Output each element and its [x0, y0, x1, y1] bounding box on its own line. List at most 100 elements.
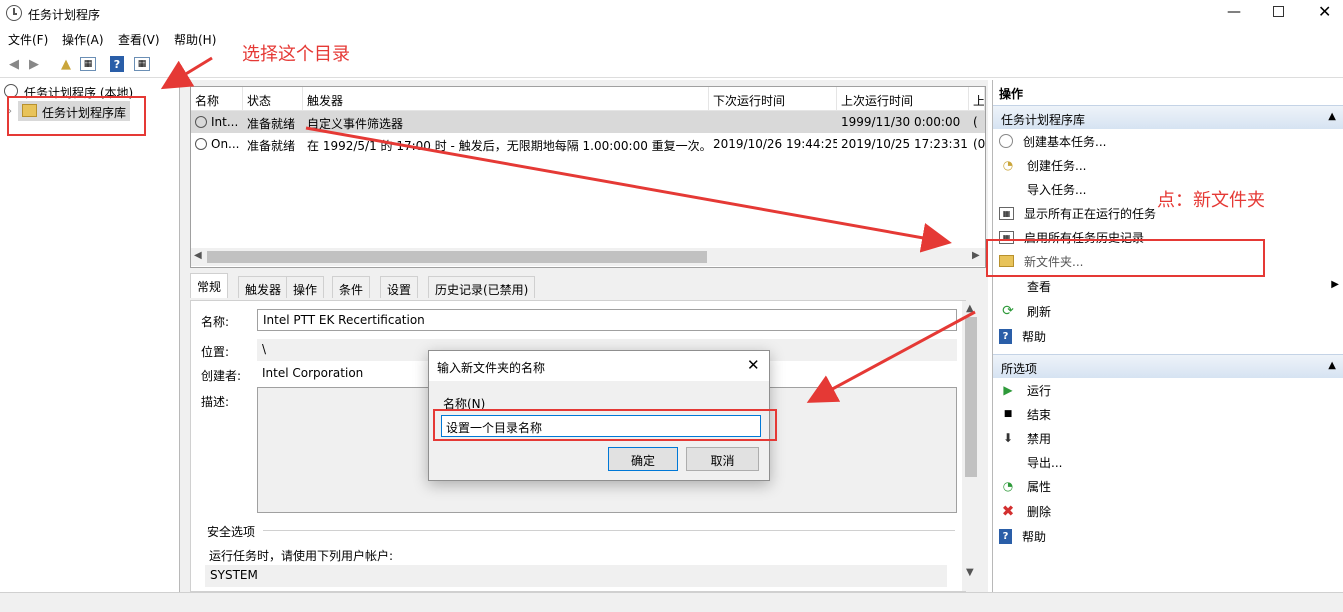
collapse-icon[interactable]: ▲: [1328, 360, 1336, 371]
help-icon: ?: [999, 328, 1012, 344]
vertical-scrollbar[interactable]: ▲ ▼: [962, 301, 980, 591]
action-help[interactable]: ? 帮助: [999, 325, 1339, 347]
action-view[interactable]: 查看 ▶: [999, 275, 1339, 297]
title-bar: 任务计划程序 — ✕: [0, 0, 1343, 28]
location-label: 位置:: [201, 345, 230, 359]
task-list: 名称 状态 触发器 下次运行时间 上次运行时间 上 Int... 准备就绪 自定…: [190, 86, 986, 268]
scroll-thumb[interactable]: [965, 317, 977, 477]
delete-icon: ✖: [1001, 502, 1015, 520]
refresh-icon: ⟳: [1002, 303, 1014, 319]
action-end[interactable]: ■ 结束: [999, 403, 1339, 425]
scroll-down-icon[interactable]: ▼: [966, 567, 974, 578]
tab-actions[interactable]: 操作: [286, 276, 325, 298]
clock-icon: [4, 84, 18, 98]
action-help-selected[interactable]: ? 帮助: [999, 525, 1339, 547]
run-icon: ▶: [1003, 383, 1013, 397]
author-label: 创建者:: [201, 369, 242, 383]
column-header-last-run[interactable]: 上次运行时间: [837, 87, 969, 111]
help-icon: ?: [999, 528, 1012, 544]
cell-name: On...: [211, 137, 240, 151]
help-icon[interactable]: ?: [110, 56, 124, 72]
action-new-folder[interactable]: 新文件夹...: [999, 250, 1339, 272]
actions-pane: 操作 任务计划程序库 ▲ 创建基本任务... ◔ 创建任务... 导入任务... …: [992, 80, 1343, 592]
task-clock-icon: [195, 116, 207, 128]
show-action-pane-icon[interactable]: ▦: [134, 57, 150, 71]
user-account-field: SYSTEM: [205, 565, 947, 587]
tab-settings[interactable]: 设置: [380, 276, 419, 298]
tab-conditions[interactable]: 条件: [332, 276, 371, 298]
close-icon[interactable]: ✕: [1318, 2, 1331, 21]
tree-item-library-label: 任务计划程序库: [42, 106, 127, 120]
task-clock-icon: [195, 138, 207, 150]
cell-name: Int...: [211, 115, 239, 129]
action-export[interactable]: 导出...: [999, 451, 1339, 473]
create-task-icon: ◔: [1002, 158, 1014, 172]
run-as-text: 运行任务时，请使用下列用户帐户:: [209, 549, 394, 563]
menu-action[interactable]: 操作(A): [62, 31, 104, 48]
expand-arrow-icon[interactable]: ›: [8, 106, 12, 117]
cancel-button[interactable]: 取消: [686, 447, 759, 471]
tab-general[interactable]: 常规: [190, 273, 229, 298]
cell-status: 准备就绪: [247, 139, 296, 153]
action-create-basic-task[interactable]: 创建基本任务...: [999, 130, 1339, 152]
dialog-close-icon[interactable]: ✕: [747, 356, 760, 374]
column-header-name[interactable]: 名称: [191, 87, 243, 111]
forward-icon[interactable]: ▶: [24, 54, 44, 74]
folder-clock-icon: [22, 104, 37, 117]
action-properties[interactable]: ◔ 属性: [999, 475, 1339, 497]
menu-view[interactable]: 查看(V): [118, 31, 160, 48]
create-basic-task-icon: [999, 134, 1013, 148]
folder-name-input[interactable]: 设置一个目录名称: [441, 415, 761, 437]
properties-icon: ◔: [1002, 479, 1014, 493]
menu-bar: 文件(F) 操作(A) 查看(V) 帮助(H): [0, 28, 1343, 50]
show-hide-tree-icon[interactable]: ▦: [80, 57, 96, 71]
action-refresh[interactable]: ⟳ 刷新: [999, 300, 1339, 322]
cell-trigger: 在 1992/5/1 的 17:00 时 - 触发后，无限期地每隔 1.00:0…: [307, 139, 709, 153]
dialog-titlebar: 输入新文件夹的名称 ✕: [429, 351, 769, 381]
minimize-icon[interactable]: —: [1227, 4, 1241, 20]
back-icon[interactable]: ◀: [4, 54, 24, 74]
disable-icon: ⬇: [1002, 431, 1014, 445]
submenu-arrow-icon: ▶: [1331, 279, 1339, 290]
scroll-right-icon[interactable]: ▶: [972, 250, 980, 261]
tab-history[interactable]: 历史记录(已禁用): [428, 276, 536, 298]
column-header-next-run[interactable]: 下次运行时间: [709, 87, 837, 111]
tree-root-label[interactable]: 任务计划程序 (本地): [24, 84, 133, 101]
history-icon: ▦: [999, 230, 1014, 244]
maximize-icon[interactable]: [1273, 6, 1284, 17]
action-enable-history[interactable]: ▦ 启用所有任务历史记录: [999, 226, 1339, 248]
action-create-task[interactable]: ◔ 创建任务...: [999, 154, 1339, 176]
action-delete[interactable]: ✖ 删除: [999, 500, 1339, 522]
tab-triggers[interactable]: 触发器: [238, 276, 289, 298]
scroll-up-icon[interactable]: ▲: [966, 303, 974, 314]
scroll-thumb[interactable]: [207, 251, 707, 263]
section-header-library[interactable]: 任务计划程序库 ▲: [993, 105, 1343, 129]
up-folder-icon[interactable]: ▲: [56, 54, 76, 74]
menu-file[interactable]: 文件(F): [8, 31, 48, 48]
cell-status: 准备就绪: [247, 117, 296, 131]
action-disable[interactable]: ⬇ 禁用: [999, 427, 1339, 449]
ok-button[interactable]: 确定: [608, 447, 678, 471]
status-bar: [0, 592, 1343, 612]
column-header-trigger[interactable]: 触发器: [303, 87, 709, 111]
column-header-status[interactable]: 状态: [243, 87, 303, 111]
action-run[interactable]: ▶ 运行: [999, 379, 1339, 401]
running-tasks-icon: ▦: [999, 206, 1014, 220]
name-label: 名称:: [201, 315, 230, 329]
window-title: 任务计划程序: [28, 8, 101, 22]
annotation-select-dir: 选择这个目录: [242, 44, 350, 65]
folder-name-label: 名称(N): [443, 397, 486, 411]
dialog-body: 名称(N) 设置一个目录名称 确定 取消: [429, 381, 769, 480]
section-header-selected-item[interactable]: 所选项 ▲: [993, 354, 1343, 378]
cell-last-run: 1999/11/30 0:00:00: [841, 115, 961, 129]
task-name-field[interactable]: Intel PTT EK Recertification: [257, 309, 957, 331]
view-icon: [999, 278, 1017, 294]
collapse-icon[interactable]: ▲: [1328, 111, 1336, 122]
horizontal-scrollbar[interactable]: ◀ ▶: [191, 248, 985, 266]
cell-last-run: 2019/10/25 17:23:31: [841, 137, 968, 151]
security-divider: [263, 530, 955, 531]
toolbar: ◀ ▶ ▲ ▦ ? ▦: [0, 50, 1343, 78]
menu-help[interactable]: 帮助(H): [174, 31, 216, 48]
scroll-left-icon[interactable]: ◀: [194, 250, 202, 261]
column-header-last-result[interactable]: 上: [969, 87, 985, 111]
